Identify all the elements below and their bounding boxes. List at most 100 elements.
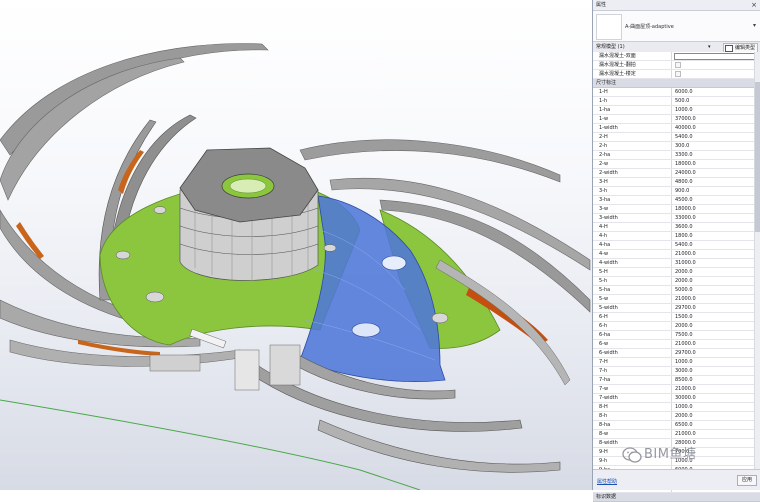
param-value[interactable]: 29700.0	[672, 304, 760, 312]
scrollbar[interactable]	[754, 52, 760, 470]
param-value[interactable]: 31000.0	[672, 259, 760, 267]
param-row[interactable]: 1-ha 1000.0	[593, 106, 760, 115]
param-value[interactable]: 2000.0	[672, 268, 760, 276]
param-name: 2-w	[593, 160, 672, 168]
param-row[interactable]: 4-h 1800.0	[593, 232, 760, 241]
param-row[interactable]: 4-w 21000.0	[593, 250, 760, 259]
scrollbar-thumb[interactable]	[755, 82, 760, 232]
param-row[interactable]: 4-ha 5400.0	[593, 241, 760, 250]
param-row[interactable]: 2-H 5400.0	[593, 133, 760, 142]
param-value[interactable]: 21000.0	[672, 430, 760, 438]
param-value[interactable]: 300.0	[672, 142, 760, 150]
param-value[interactable]: 6000.0	[672, 88, 760, 96]
properties-list[interactable]: 漏水混凝土-双面 漏水混凝土-翻拍 漏水混凝土-楼定 尺寸标注 1-H 6000.…	[593, 52, 760, 502]
param-row[interactable]: 7-width 30000.0	[593, 394, 760, 403]
param-row[interactable]: 7-ha 8500.0	[593, 376, 760, 385]
param-row[interactable]: 4-H 3600.0	[593, 223, 760, 232]
constraint-row[interactable]: 漏水混凝土-楼定	[593, 70, 760, 79]
param-row[interactable]: 7-w 21000.0	[593, 385, 760, 394]
param-value[interactable]: 3000.0	[672, 367, 760, 375]
3d-model-scene[interactable]	[0, 0, 592, 490]
palette-footer: 属性帮助 应用	[593, 469, 760, 490]
param-row[interactable]: 1-width 40000.0	[593, 124, 760, 133]
apply-button[interactable]: 应用	[736, 475, 757, 486]
param-row[interactable]: 8-h 2000.0	[593, 412, 760, 421]
param-value[interactable]: 1000.0	[672, 403, 760, 411]
param-value[interactable]: 2000.0	[672, 412, 760, 420]
param-row[interactable]: 2-w 18000.0	[593, 160, 760, 169]
param-row[interactable]: 8-ha 6500.0	[593, 421, 760, 430]
param-value[interactable]: 37000.0	[672, 115, 760, 123]
param-value[interactable]: 40000.0	[672, 124, 760, 132]
param-value[interactable]: 6500.0	[672, 421, 760, 429]
param-row[interactable]: 3-ha 4500.0	[593, 196, 760, 205]
param-value[interactable]: 500.0	[672, 97, 760, 105]
properties-help-link[interactable]: 属性帮助	[597, 478, 617, 485]
param-value[interactable]: 21000.0	[672, 250, 760, 258]
param-row[interactable]: 5-width 29700.0	[593, 304, 760, 313]
param-row[interactable]: 6-H 1500.0	[593, 313, 760, 322]
param-row[interactable]: 3-w 18000.0	[593, 205, 760, 214]
param-value[interactable]: 33000.0	[672, 214, 760, 222]
param-value[interactable]: 5400.0	[672, 241, 760, 249]
param-row[interactable]: 6-width 29700.0	[593, 349, 760, 358]
param-row[interactable]: 8-w 21000.0	[593, 430, 760, 439]
param-value[interactable]: 21000.0	[672, 340, 760, 348]
param-value[interactable]: 2000.0	[672, 277, 760, 285]
param-value[interactable]: 7500.0	[672, 331, 760, 339]
param-value[interactable]: 1000.0	[672, 106, 760, 114]
param-value[interactable]: 2000.0	[672, 322, 760, 330]
param-row[interactable]: 8-H 1000.0	[593, 403, 760, 412]
param-value[interactable]: 1500.0	[672, 313, 760, 321]
param-value[interactable]: 900.0	[672, 187, 760, 195]
param-value[interactable]: 1000.0	[672, 358, 760, 366]
param-row[interactable]: 5-h 2000.0	[593, 277, 760, 286]
param-row[interactable]: 7-H 1000.0	[593, 358, 760, 367]
wall-piece-3	[234, 349, 260, 391]
param-row[interactable]: 5-ha 5000.0	[593, 286, 760, 295]
param-row[interactable]: 3-h 900.0	[593, 187, 760, 196]
param-value[interactable]: 8500.0	[672, 376, 760, 384]
constraint-row[interactable]: 漏水混凝土-翻拍	[593, 61, 760, 70]
param-value-field[interactable]	[674, 53, 758, 60]
checkbox[interactable]	[675, 71, 681, 77]
model-viewport[interactable]	[0, 0, 592, 490]
param-value[interactable]: 30000.0	[672, 394, 760, 402]
param-value[interactable]: 3300.0	[672, 151, 760, 159]
chevron-down-icon[interactable]: ▾	[753, 22, 756, 29]
param-value[interactable]: 5000.0	[672, 286, 760, 294]
checkbox[interactable]	[675, 62, 681, 68]
param-value[interactable]: 3600.0	[672, 223, 760, 231]
param-row[interactable]: 4-width 31000.0	[593, 259, 760, 268]
group-header-dimensions[interactable]: 尺寸标注	[593, 79, 760, 88]
close-icon[interactable]: ×	[751, 0, 757, 10]
param-value[interactable]: 29700.0	[672, 349, 760, 357]
param-value[interactable]: 4800.0	[672, 178, 760, 186]
param-row[interactable]: 3-H 4800.0	[593, 178, 760, 187]
param-row[interactable]: 1-H 6000.0	[593, 88, 760, 97]
param-value[interactable]: 18000.0	[672, 205, 760, 213]
chevron-down-icon[interactable]: ▾	[708, 42, 711, 52]
param-row[interactable]: 2-width 24000.0	[593, 169, 760, 178]
param-row[interactable]: 6-h 2000.0	[593, 322, 760, 331]
group-header-identity[interactable]: 标识数据	[593, 493, 760, 502]
param-row[interactable]: 6-w 21000.0	[593, 340, 760, 349]
param-value[interactable]: 5400.0	[672, 133, 760, 141]
param-row[interactable]: 1-h 500.0	[593, 97, 760, 106]
param-row[interactable]: 2-ha 3300.0	[593, 151, 760, 160]
param-row[interactable]: 2-h 300.0	[593, 142, 760, 151]
param-value[interactable]: 21000.0	[672, 295, 760, 303]
param-row[interactable]: 5-H 2000.0	[593, 268, 760, 277]
type-selector[interactable]: A-曲面屋顶-adaptive ▾	[593, 11, 760, 42]
param-value[interactable]: 24000.0	[672, 169, 760, 177]
param-row[interactable]: 5-w 21000.0	[593, 295, 760, 304]
param-value[interactable]: 18000.0	[672, 160, 760, 168]
param-value[interactable]: 21000.0	[672, 385, 760, 393]
param-row[interactable]: 3-width 33000.0	[593, 214, 760, 223]
constraint-row[interactable]: 漏水混凝土-双面	[593, 52, 760, 61]
param-value[interactable]: 4500.0	[672, 196, 760, 204]
param-value[interactable]: 1800.0	[672, 232, 760, 240]
param-row[interactable]: 7-h 3000.0	[593, 367, 760, 376]
param-row[interactable]: 6-ha 7500.0	[593, 331, 760, 340]
param-row[interactable]: 1-w 37000.0	[593, 115, 760, 124]
